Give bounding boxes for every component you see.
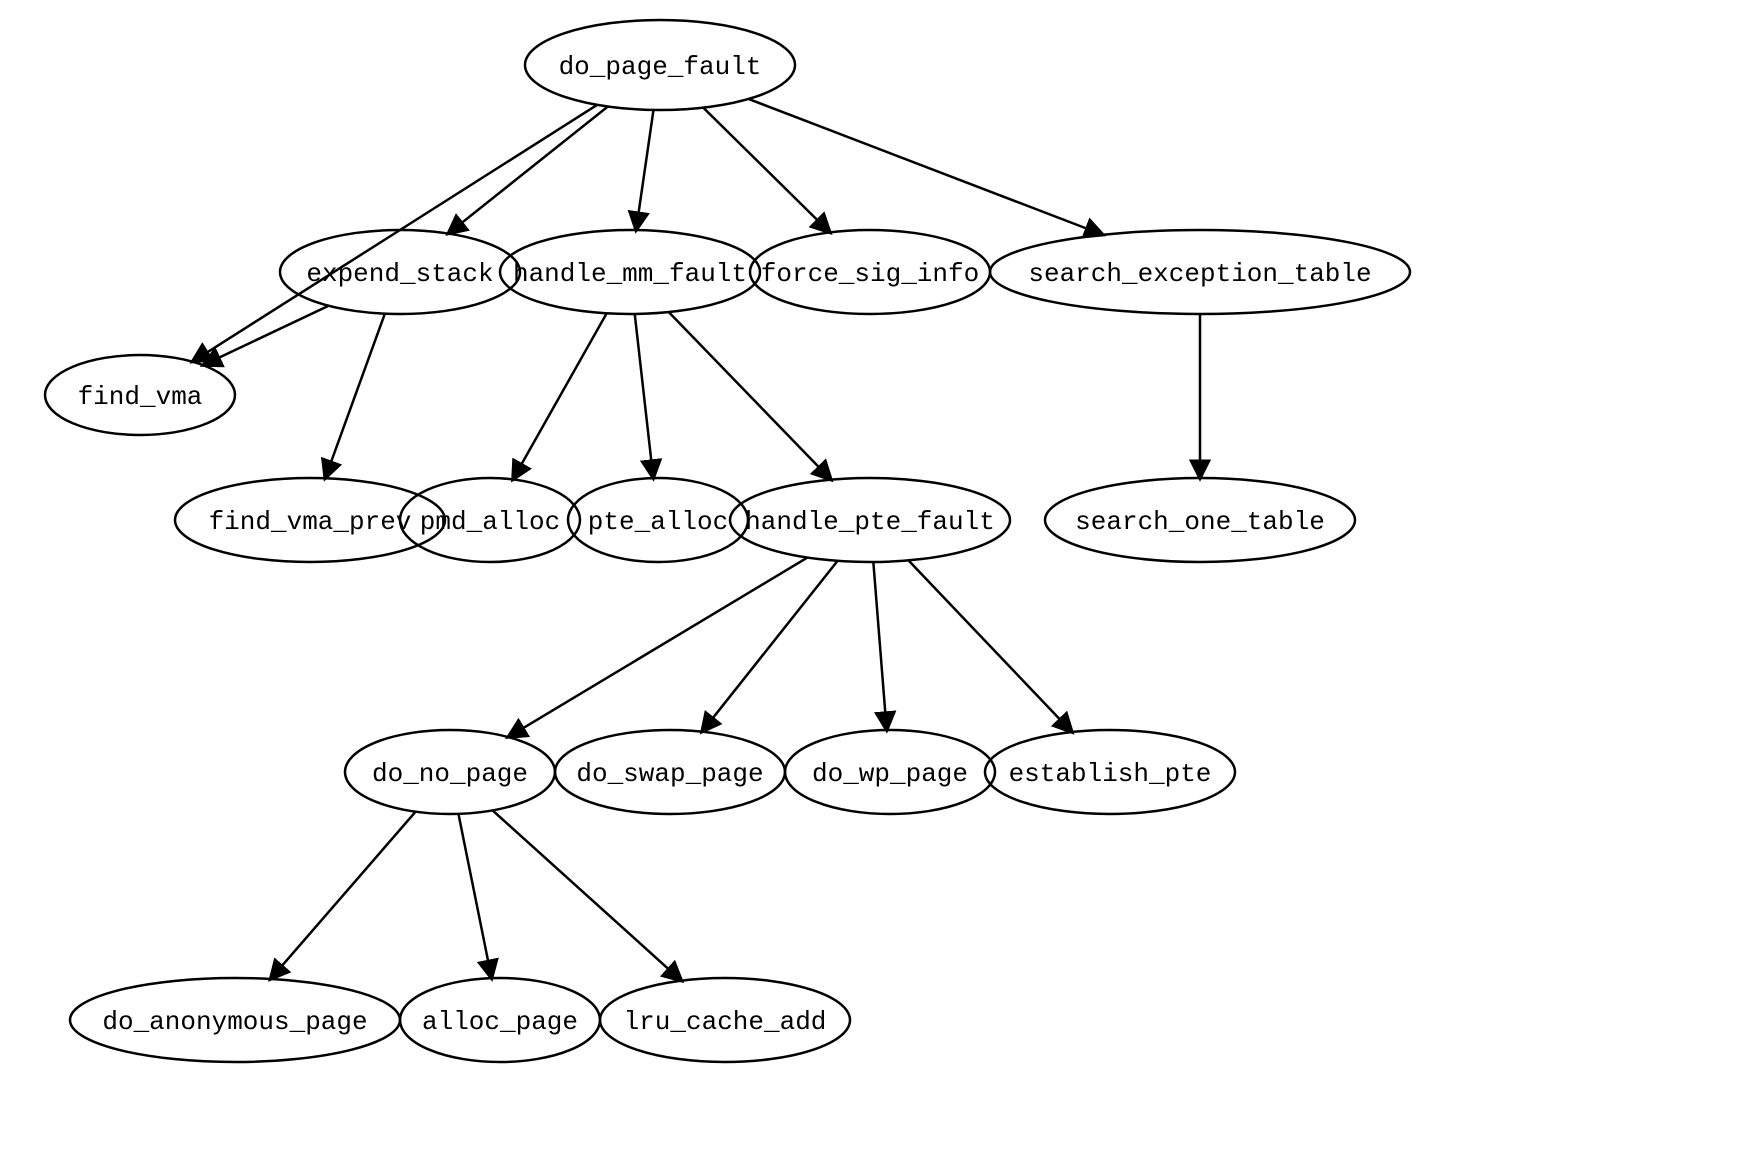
node-label-handle_mm_fault: handle_mm_fault [513,259,747,289]
node-label-do_wp_page: do_wp_page [812,759,968,789]
node-expend_stack: expend_stack [280,230,520,314]
node-label-pte_alloc: pte_alloc [588,507,728,537]
node-establish_pte: establish_pte [985,730,1235,814]
node-do_wp_page: do_wp_page [785,730,995,814]
node-force_sig_info: force_sig_info [750,230,990,314]
node-search_exception_table: search_exception_table [990,230,1410,314]
edge-do_page_fault-to-search_exception_table [749,99,1103,235]
node-do_anonymous_page: do_anonymous_page [70,978,400,1062]
node-label-do_anonymous_page: do_anonymous_page [102,1007,367,1037]
edge-handle_mm_fault-to-pte_alloc [635,314,654,478]
node-do_no_page: do_no_page [345,730,555,814]
edge-do_page_fault-to-expend_stack [448,107,608,234]
node-find_vma: find_vma [45,355,235,435]
edge-handle_mm_fault-to-pmd_alloc [513,313,607,479]
edge-do_no_page-to-alloc_page [458,814,491,978]
edge-handle_mm_fault-to-handle_pte_fault [669,312,831,480]
edge-handle_pte_fault-to-do_swap_page [702,561,838,732]
edge-handle_pte_fault-to-do_no_page [508,558,807,737]
node-do_swap_page: do_swap_page [555,730,785,814]
node-label-force_sig_info: force_sig_info [761,259,979,289]
node-alloc_page: alloc_page [400,978,600,1062]
node-label-alloc_page: alloc_page [422,1007,578,1037]
node-label-establish_pte: establish_pte [1009,759,1212,789]
edge-do_page_fault-to-handle_mm_fault [636,110,653,230]
node-label-lru_cache_add: lru_cache_add [624,1007,827,1037]
node-label-search_one_table: search_one_table [1075,507,1325,537]
edge-handle_pte_fault-to-establish_pte [908,560,1071,732]
node-handle_mm_fault: handle_mm_fault [500,230,760,314]
call-graph-diagram: do_page_fault expend_stack handle_mm_fault… [0,0,1764,1156]
node-handle_pte_fault: handle_pte_fault [730,478,1010,562]
edge-do_no_page-to-lru_cache_add [493,810,682,980]
node-label-find_vma_prev: find_vma_prev [209,507,412,537]
node-label-expend_stack: expend_stack [306,259,493,289]
edge-do_page_fault-to-force_sig_info [703,108,830,233]
node-label-do_swap_page: do_swap_page [576,759,763,789]
edge-expend_stack-to-find_vma_prev [325,314,385,479]
node-label-do_page_fault: do_page_fault [559,52,762,82]
node-lru_cache_add: lru_cache_add [600,978,850,1062]
node-label-pmd_alloc: pmd_alloc [420,507,560,537]
edge-do_no_page-to-do_anonymous_page [271,812,416,979]
node-find_vma_prev: find_vma_prev [175,478,445,562]
node-label-search_exception_table: search_exception_table [1028,259,1371,289]
edge-do_page_fault-to-find_vma [193,105,598,362]
node-label-handle_pte_fault: handle_pte_fault [745,507,995,537]
edge-handle_pte_fault-to-do_wp_page [873,562,886,730]
node-search_one_table: search_one_table [1045,478,1355,562]
node-pmd_alloc: pmd_alloc [400,478,580,562]
node-pte_alloc: pte_alloc [568,478,748,562]
node-label-find_vma: find_vma [78,382,203,412]
node-label-do_no_page: do_no_page [372,759,528,789]
node-do_page_fault: do_page_fault [525,20,795,110]
